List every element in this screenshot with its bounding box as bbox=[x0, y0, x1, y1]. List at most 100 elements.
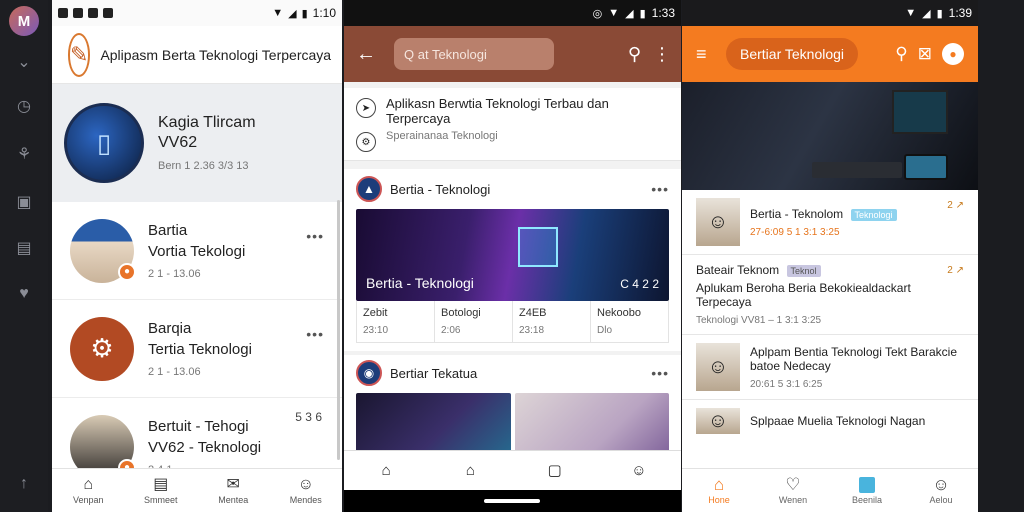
search-icon[interactable]: ⚲ bbox=[628, 44, 641, 65]
document-icon[interactable]: ▣ bbox=[14, 192, 34, 212]
more-options-icon[interactable]: ••• bbox=[306, 326, 324, 342]
chip-graphic bbox=[518, 227, 558, 267]
nav-articles[interactable]: ▤ Smmeet bbox=[125, 469, 198, 512]
stat-label: Nekoobo bbox=[597, 307, 642, 319]
item-title: Bartia bbox=[148, 221, 188, 239]
list-item[interactable]: ☺ Splpaae Muelia Teknologi Nagan bbox=[682, 400, 978, 442]
user-icon: ☺ bbox=[297, 475, 314, 493]
stat-cell[interactable]: Botologi 2:06 bbox=[435, 301, 513, 342]
notification-icon bbox=[88, 8, 98, 18]
list-item[interactable]: ● Bartia Vortia Tekologi 2 1 - 13.06 ••• bbox=[52, 202, 342, 300]
tablet-graphic bbox=[904, 154, 948, 180]
stat-value: 23:10 bbox=[363, 325, 389, 336]
home-indicator[interactable] bbox=[484, 499, 540, 503]
source-name: Bertia - Teknologi bbox=[390, 181, 491, 197]
nav-label: Smmeet bbox=[143, 494, 178, 505]
bottom-nav: ⌂ ⌂ ▢ ☺ bbox=[344, 450, 681, 490]
heart-icon[interactable]: ♥ bbox=[14, 284, 34, 304]
nav-home[interactable]: ⌂ bbox=[344, 451, 428, 490]
bookmark-icon: ▢ bbox=[547, 461, 562, 479]
menu-icon[interactable]: ≡ bbox=[696, 44, 716, 65]
nav-favorites[interactable]: ♡ Wenen bbox=[756, 469, 830, 512]
app-logo[interactable]: M bbox=[9, 6, 39, 36]
category-tag[interactable]: Teknol bbox=[786, 265, 821, 277]
battery-icon: ▮ bbox=[301, 7, 308, 20]
search-icon[interactable]: ⚲ bbox=[895, 44, 907, 64]
image-icon[interactable]: ▤ bbox=[14, 238, 34, 258]
featured-meta: Bern 1 2.36 3/3 13 bbox=[158, 160, 249, 172]
more-options-icon[interactable]: ••• bbox=[651, 181, 669, 197]
hero-image[interactable]: Bertia - Teknologi C 4 2 2 bbox=[356, 209, 669, 301]
up-arrow-icon[interactable]: ↑ bbox=[14, 474, 34, 494]
nav-saved[interactable]: ▢ bbox=[513, 451, 597, 490]
status-time: 1:10 bbox=[312, 6, 336, 20]
nav-home[interactable]: ⌂ Hone bbox=[682, 469, 756, 512]
signal-icon: ◢ bbox=[922, 7, 931, 20]
list-item[interactable]: Bateair Teknom Teknol Aplukam Beroha Ber… bbox=[682, 255, 978, 335]
nav-profile[interactable]: ☺ Mendes bbox=[270, 469, 343, 512]
stat-value: 23:18 bbox=[519, 325, 545, 336]
featured-card[interactable]: ▯ Kagia Tlircam VV62 Bern 1 2.36 3/3 13 bbox=[52, 84, 342, 202]
banner-photo[interactable] bbox=[682, 82, 978, 190]
wifi-icon: ▼ bbox=[608, 7, 620, 19]
app-header: ✎ Aplipasm Berta Teknologi Terpercaya bbox=[52, 26, 342, 84]
chevron-down-icon[interactable]: ⌄ bbox=[14, 52, 34, 72]
more-options-icon[interactable]: ••• bbox=[306, 228, 324, 244]
status-bar: ▼ ◢ ▮ 1:39 bbox=[682, 0, 978, 26]
list-item[interactable]: ☺ Aplpam Bentia Teknologi Tekt Barakcie … bbox=[682, 335, 978, 400]
section-title-pill[interactable]: Bertiar Teknologi bbox=[726, 38, 859, 70]
notification-icon bbox=[73, 8, 83, 18]
item-count: 5 3 6 bbox=[295, 410, 322, 424]
nav-feed[interactable]: ⌂ bbox=[428, 451, 512, 490]
list-item[interactable]: ⚙ Barqia Tertia Teknologi 2 1 - 13.06 ••… bbox=[52, 300, 342, 398]
home-filled-icon: ⌂ bbox=[465, 461, 475, 479]
back-arrow-icon[interactable]: ← bbox=[356, 43, 382, 66]
document-icon: ▤ bbox=[153, 475, 169, 493]
plant-icon[interactable]: ⚘ bbox=[14, 144, 34, 164]
more-options-icon[interactable]: ••• bbox=[651, 365, 669, 381]
nav-profile[interactable]: ☺ Aelou bbox=[904, 469, 978, 512]
chat-icon[interactable]: ● bbox=[942, 43, 964, 65]
more-vert-icon[interactable]: ⋮ bbox=[653, 44, 671, 65]
scrollbar[interactable] bbox=[337, 200, 340, 460]
thumbnail: ☺ bbox=[696, 343, 740, 391]
app-info-title: Aplikasn Berwtia Teknologi Terbau dan Te… bbox=[386, 96, 609, 126]
nav-news[interactable]: Beenila bbox=[830, 469, 904, 512]
mail-icon: ✉ bbox=[226, 475, 240, 493]
stat-cell[interactable]: Zebit 23:10 bbox=[357, 301, 435, 342]
status-time: 1:33 bbox=[651, 6, 675, 20]
clock-icon[interactable]: ◷ bbox=[14, 96, 34, 116]
stat-cell[interactable]: Nekoobo Dlo bbox=[591, 301, 668, 342]
notification-icon bbox=[58, 8, 68, 18]
category-tag[interactable]: Teknologi bbox=[850, 208, 897, 221]
avatar: ⚙ bbox=[70, 316, 134, 381]
stat-cell[interactable]: Z4EB 23:18 bbox=[513, 301, 591, 342]
stats-row: Zebit 23:10 Botologi 2:06 Z4EB 23:18 Nek… bbox=[356, 301, 669, 343]
item-title: Bertuit - Tehogi bbox=[148, 417, 249, 435]
item-body: Aplukam Beroha Beria Bekokiealdackart Te… bbox=[696, 281, 911, 309]
nav-label: Hone bbox=[708, 494, 730, 505]
search-input[interactable]: Q at Teknologi bbox=[394, 38, 554, 70]
app-header: ← Q at Teknologi ⚲ ⋮ bbox=[344, 26, 681, 82]
home-icon: ⌂ bbox=[381, 461, 391, 479]
nav-label: Aelou bbox=[929, 494, 953, 505]
nav-messages[interactable]: ✉ Mentea bbox=[197, 469, 270, 512]
battery-icon: ▮ bbox=[639, 7, 646, 20]
nav-home[interactable]: ⌂ Venpan bbox=[52, 469, 125, 512]
trend-badge: 2 ↗ bbox=[947, 200, 964, 211]
image-icon[interactable]: ⊠ bbox=[918, 44, 932, 64]
battery-icon: ▮ bbox=[936, 7, 943, 20]
news-icon bbox=[859, 476, 875, 493]
nav-profile[interactable]: ☺ bbox=[597, 451, 681, 490]
stat-value: 2:06 bbox=[441, 325, 461, 336]
list-item[interactable]: ☺ Bertia - Teknolom Teknologi 27-6:09 5 … bbox=[682, 190, 978, 255]
bottom-nav: ⌂ Venpan ▤ Smmeet ✉ Mentea ☺ Mendes bbox=[52, 468, 342, 512]
item-subtitle: Vortia Tekologi bbox=[148, 242, 246, 260]
nav-label: Mendes bbox=[289, 494, 322, 505]
app-logo[interactable]: ✎ bbox=[68, 32, 91, 77]
alarm-icon: ◎ bbox=[592, 7, 603, 20]
item-subtitle: Tertia Teknologi bbox=[148, 340, 252, 358]
news-card[interactable]: ▲ Bertia - Teknologi ••• Bertia - Teknol… bbox=[344, 169, 681, 351]
item-meta: 2 1 - 13.06 bbox=[148, 365, 201, 378]
nav-label: Wenen bbox=[778, 494, 808, 505]
